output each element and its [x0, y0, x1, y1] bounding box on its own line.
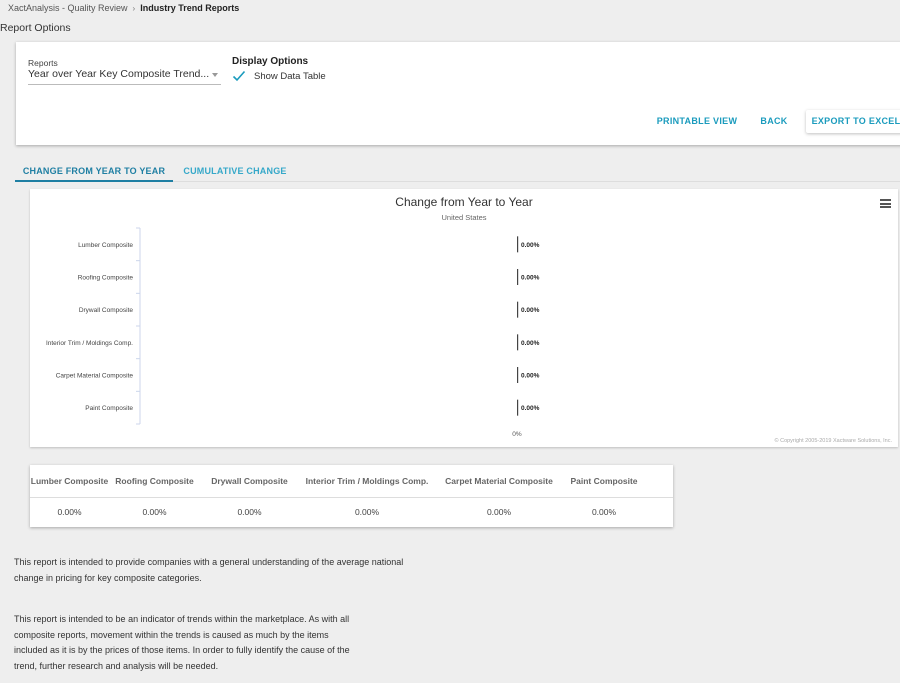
breadcrumb-parent-link[interactable]: XactAnalysis - Quality Review [8, 3, 128, 13]
chevron-right-icon: › [132, 3, 136, 13]
bar-chart: Lumber Composite 0.00% Roofing Composite 0.… [46, 227, 540, 438]
table-header-row: Lumber Composite Roofing Composite Drywa… [30, 465, 673, 498]
data-label: 0.00% [521, 307, 540, 314]
table-header-spacer [645, 465, 673, 498]
y-tick-label: Carpet Material Composite [56, 373, 134, 380]
page-title: Report Options [0, 22, 71, 34]
tab-change-from-year-to-year[interactable]: CHANGE FROM YEAR TO YEAR [15, 162, 173, 182]
bar [517, 334, 519, 351]
export-to-excel-button[interactable]: EXPORT TO EXCEL [806, 110, 900, 133]
chart-subtitle: United States [441, 213, 487, 222]
y-tick-label: Paint Composite [85, 405, 133, 412]
table-header-cell: Roofing Composite [109, 465, 200, 498]
chart-title: Change from Year to Year [395, 195, 533, 209]
table-cell: 0.00% [591, 507, 617, 518]
table-row: 0.00% 0.00% 0.00% 0.00% 0.00% 0.00% [30, 497, 673, 527]
breadcrumb-current: Industry Trend Reports [140, 3, 240, 13]
data-table-card: Lumber Composite Roofing Composite Drywa… [30, 465, 673, 527]
bar [517, 236, 519, 253]
bar [517, 269, 519, 285]
table-header-cell: Interior Trim / Moldings Comp. [299, 465, 435, 498]
data-label: 0.00% [521, 405, 540, 412]
table-cell: 0.00% [486, 507, 512, 518]
chevron-down-icon [212, 73, 218, 77]
table-header-cell: Drywall Composite [200, 465, 299, 498]
table-header-cell: Lumber Composite [30, 465, 109, 498]
show-data-table-checkbox[interactable]: Show Data Table [232, 70, 326, 82]
bar [517, 367, 519, 383]
chart-menu-icon[interactable] [880, 199, 891, 208]
table-cell: 0.00% [237, 507, 262, 518]
data-table: Lumber Composite Roofing Composite Drywa… [30, 465, 673, 527]
data-label: 0.00% [521, 242, 540, 249]
table-cell: 0.00% [57, 507, 82, 518]
printable-view-button[interactable]: PRINTABLE VIEW [655, 110, 739, 133]
table-cell: 0.00% [354, 507, 380, 518]
bar [517, 399, 519, 416]
y-tick-label: Lumber Composite [78, 242, 133, 249]
data-label: 0.00% [521, 275, 540, 282]
show-data-table-label: Show Data Table [254, 70, 326, 82]
tab-cumulative-change[interactable]: CUMULATIVE CHANGE [180, 162, 290, 182]
reports-select[interactable]: Year over Year Key Composite Trend... [28, 68, 221, 85]
breadcrumb: XactAnalysis - Quality Review › Industry… [8, 3, 239, 13]
y-tick-label: Roofing Composite [78, 275, 134, 282]
report-tabs: CHANGE FROM YEAR TO YEAR CUMULATIVE CHAN… [15, 162, 900, 182]
table-header-cell: Paint Composite [563, 465, 645, 498]
report-options-card: Reports Year over Year Key Composite Tre… [16, 42, 900, 145]
data-label: 0.00% [521, 340, 540, 347]
x-tick-label: 0% [512, 431, 522, 438]
checkmark-icon [232, 70, 246, 82]
table-cell: 0.00% [142, 507, 167, 518]
table-cell-spacer [645, 497, 673, 527]
description-paragraph-1: This report is intended to provide compa… [14, 557, 404, 583]
y-tick-label: Interior Trim / Moldings Comp. [46, 340, 133, 347]
data-label: 0.00% [521, 373, 540, 380]
chart-card: Lumber Composite 0.00% Roofing Composite 0.… [30, 189, 898, 447]
table-header-cell: Carpet Material Composite [435, 465, 563, 498]
chart-credits: © Copyright 2005-2019 Xactware Solutions… [774, 438, 892, 444]
reports-select-value: Year over Year Key Composite Trend... [28, 68, 210, 80]
display-options-title: Display Options [232, 56, 309, 67]
y-tick-label: Drywall Composite [79, 307, 134, 314]
back-button[interactable]: BACK [756, 110, 792, 133]
description-paragraph-2: This report is intended to be an indicat… [14, 614, 350, 671]
reports-label: Reports [28, 58, 58, 68]
bar [517, 301, 519, 318]
